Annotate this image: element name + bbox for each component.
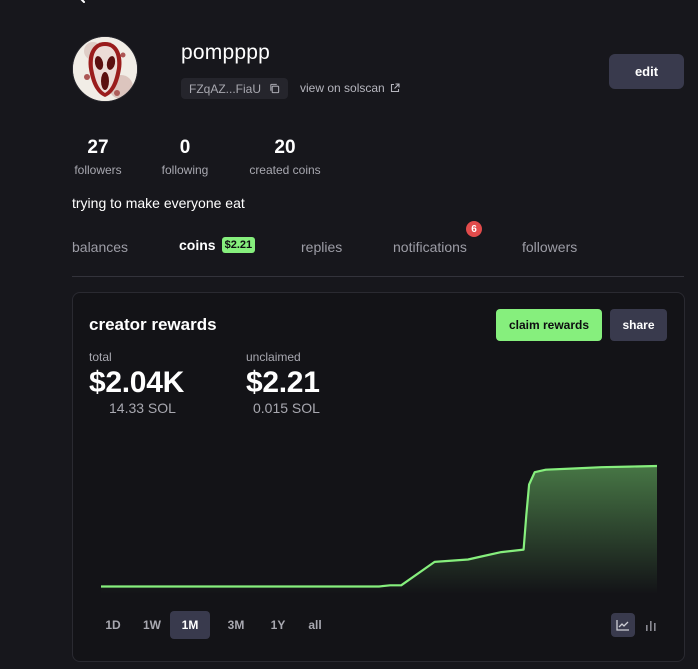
ghost-mask-icon: [73, 37, 137, 101]
unclaimed-value: $2.21: [246, 366, 320, 399]
unclaimed-rewards: unclaimed $2.21 0.015 SOL: [246, 350, 320, 416]
range-button-all[interactable]: all: [295, 611, 335, 639]
following-label: following: [161, 163, 209, 177]
total-label: total: [89, 350, 112, 364]
following-stat[interactable]: 0 following: [158, 137, 212, 177]
tab-label: followers: [522, 239, 578, 255]
tab-label: balances: [72, 239, 129, 255]
share-button[interactable]: share: [610, 309, 667, 341]
profile-bio: trying to make everyone eat: [72, 195, 245, 211]
username: pompppp: [181, 41, 270, 64]
following-count: 0: [179, 137, 191, 158]
solscan-label: view on solscan: [300, 81, 385, 95]
range-button-1d[interactable]: 1D: [93, 611, 133, 639]
followers-label: followers: [74, 163, 122, 177]
external-link-icon: [390, 83, 400, 93]
unclaimed-label: unclaimed: [246, 350, 301, 364]
followers-stat[interactable]: 27 followers: [72, 137, 124, 177]
creator-rewards-card: creator rewards claim rewards share tota…: [72, 292, 685, 662]
range-button-1w[interactable]: 1W: [132, 611, 172, 639]
line-chart-view-button[interactable]: [611, 613, 635, 637]
view-on-solscan-link[interactable]: view on solscan: [300, 81, 400, 95]
rewards-area-fill: [101, 466, 657, 594]
created-coins-count: 20: [274, 137, 296, 158]
bar-chart-view-button[interactable]: [639, 613, 663, 637]
range-button-1m[interactable]: 1M: [170, 611, 210, 639]
edit-profile-button[interactable]: edit: [609, 54, 684, 89]
profile-tabs: balances coins $2.21 replies notificatio…: [72, 221, 684, 277]
range-button-1y[interactable]: 1Y: [258, 611, 298, 639]
range-button-3m[interactable]: 3M: [216, 611, 256, 639]
creator-rewards-title: creator rewards: [89, 315, 217, 334]
tab-balances[interactable]: balances: [72, 239, 128, 255]
tab-label: notifications: [393, 239, 467, 255]
avatar: [72, 36, 138, 102]
tab-label: coins: [179, 237, 216, 253]
line-chart-icon: [616, 620, 629, 631]
notification-count-badge: 6: [466, 221, 482, 237]
claim-rewards-button[interactable]: claim rewards: [496, 309, 602, 341]
wallet-address-chip[interactable]: FZqAZ...FiaU: [181, 78, 289, 99]
rewards-chart: [101, 464, 657, 594]
wallet-address: FZqAZ...FiaU: [189, 81, 262, 96]
back-arrow-icon[interactable]: [74, 0, 88, 4]
tab-label: replies: [301, 239, 343, 255]
tab-replies[interactable]: replies: [301, 239, 342, 255]
copy-icon[interactable]: [269, 83, 280, 94]
total-value: $2.04K: [89, 366, 184, 399]
tab-followers[interactable]: followers: [522, 239, 577, 255]
total-sol: 14.33 SOL: [109, 400, 176, 416]
tab-coins[interactable]: coins $2.21: [179, 237, 256, 253]
coins-value-badge: $2.21: [221, 237, 256, 253]
followers-count: 27: [87, 137, 109, 158]
total-rewards: total $2.04K 14.33 SOL: [89, 350, 184, 416]
unclaimed-sol: 0.015 SOL: [253, 400, 320, 416]
created-coins-label: created coins: [249, 163, 321, 177]
created-coins-stat[interactable]: 20 created coins: [245, 137, 325, 177]
bar-chart-icon: [646, 621, 656, 631]
tab-notifications[interactable]: notifications: [393, 239, 467, 255]
